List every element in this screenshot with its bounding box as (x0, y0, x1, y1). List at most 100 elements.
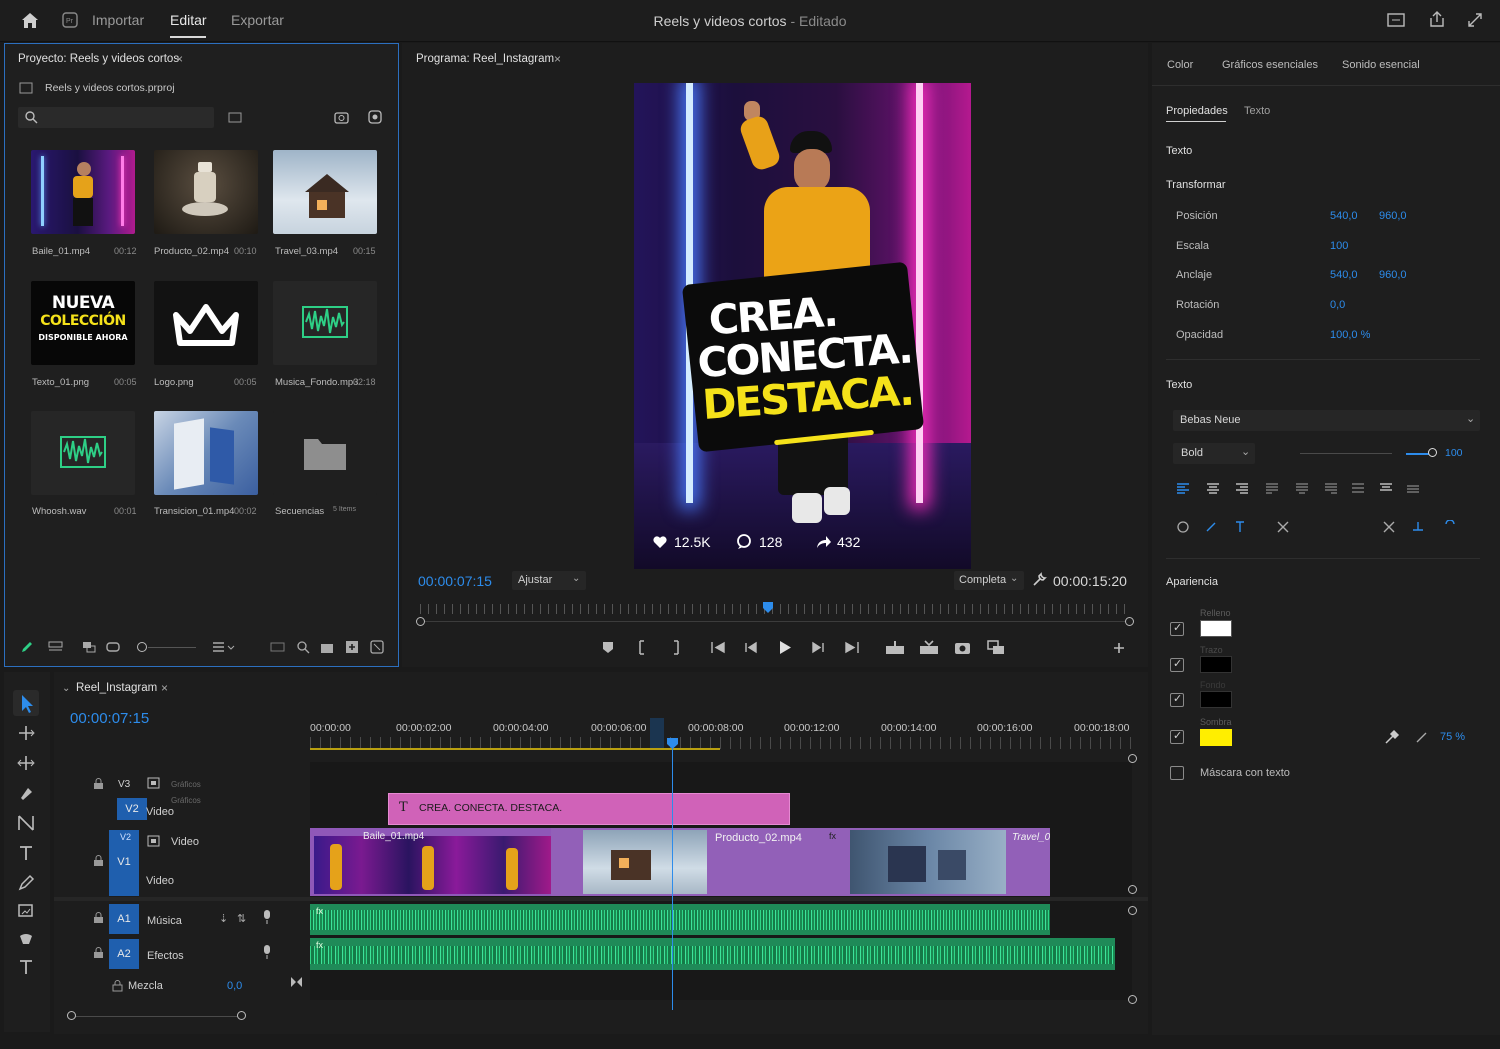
slip-icon[interactable] (17, 814, 35, 832)
extract-icon[interactable] (919, 640, 939, 655)
faux-bold-icon[interactable] (1176, 520, 1190, 533)
fondo-checkbox[interactable] (1170, 692, 1184, 707)
solo-icon[interactable]: ⇅ (237, 912, 246, 925)
thumb-baile[interactable] (31, 150, 135, 234)
add-button-icon[interactable] (1112, 641, 1128, 655)
lift-icon[interactable] (885, 640, 905, 655)
justify-all-icon[interactable] (1351, 483, 1365, 495)
justify-left-icon[interactable] (1265, 483, 1279, 495)
trazo-swatch[interactable] (1200, 656, 1232, 673)
thumb-whoosh[interactable] (31, 411, 135, 495)
shadow-opacity[interactable]: 75 % (1440, 731, 1465, 743)
clip-baile[interactable]: Baile_01.mp4 (310, 828, 551, 896)
timeline-current-time[interactable]: 00:00:07:15 (70, 710, 149, 727)
find-icon[interactable] (296, 640, 310, 654)
align-bottom-icon[interactable] (1406, 483, 1420, 495)
audio-clip-effects[interactable]: fx (310, 938, 1115, 970)
thumb-producto[interactable] (154, 150, 258, 234)
filmstrip-icon[interactable] (147, 777, 160, 789)
mix-value[interactable]: 0,0 (227, 980, 242, 992)
opacity-value[interactable]: 100,0 % (1330, 329, 1370, 341)
share-icon[interactable] (1428, 10, 1446, 28)
lock-icon[interactable] (93, 912, 104, 924)
go-to-in-icon[interactable] (710, 641, 726, 654)
tab-texto[interactable]: Texto (1244, 105, 1270, 117)
track-id-v3[interactable]: V3 (118, 779, 130, 790)
clip-producto[interactable]: Producto_02.mp4 fx (551, 828, 848, 896)
underline-icon[interactable] (1444, 520, 1456, 533)
pencil-icon[interactable] (20, 640, 34, 654)
razor-icon[interactable] (17, 784, 35, 802)
scroll-handle[interactable] (1128, 754, 1137, 763)
screen-icon[interactable] (1387, 12, 1405, 28)
scroll-handle[interactable] (1128, 906, 1137, 915)
freeform-view-icon[interactable] (106, 640, 121, 654)
thumb-travel[interactable] (273, 150, 377, 234)
step-back-icon[interactable] (744, 641, 758, 654)
program-playhead[interactable] (762, 601, 774, 613)
microphone-icon[interactable] (262, 909, 272, 925)
expand-icon[interactable] (1466, 11, 1484, 29)
track-select-icon[interactable] (17, 724, 35, 742)
mask-checkbox[interactable] (1170, 766, 1184, 780)
zoom-handle-right[interactable] (1125, 617, 1134, 626)
sombra-swatch[interactable] (1200, 729, 1232, 746)
play-icon[interactable] (778, 640, 792, 655)
new-bin-icon[interactable] (228, 111, 242, 123)
fondo-swatch[interactable] (1200, 691, 1232, 708)
anchor-y[interactable]: 960,0 (1379, 269, 1407, 281)
scroll-handle-right[interactable] (237, 1011, 246, 1020)
close-icon[interactable]: × (554, 53, 561, 65)
align-top-icon[interactable] (1379, 483, 1393, 495)
zoom-handle-left[interactable] (416, 617, 425, 626)
zoom-slider-track[interactable] (148, 647, 196, 648)
thumb-musica[interactable] (273, 281, 377, 365)
program-video-frame[interactable]: CREA. CONECTA. DESTACA. 12.5K 128 432 (634, 83, 971, 569)
mark-out-icon[interactable] (672, 640, 680, 655)
size-slider-handle[interactable] (1428, 448, 1437, 457)
close-icon[interactable]: × (176, 53, 183, 65)
thumb-texto[interactable]: NUEVA COLECCIÓN DISPONIBLE AHORA (31, 281, 135, 365)
wrench-icon[interactable] (1032, 572, 1047, 587)
settings-icon[interactable] (368, 110, 382, 124)
filmstrip-icon[interactable] (147, 835, 160, 847)
thumb-transicion[interactable] (154, 411, 258, 495)
scroll-handle-left[interactable] (67, 1011, 76, 1020)
position-x[interactable]: 540,0 (1330, 210, 1358, 222)
position-y[interactable]: 960,0 (1379, 210, 1407, 222)
automate-icon[interactable] (270, 640, 285, 654)
search-input[interactable] (18, 107, 214, 128)
subscript-icon[interactable] (1411, 520, 1425, 533)
sort-icon[interactable] (212, 640, 238, 654)
fit-dropdown[interactable]: Ajustar ⌄ (512, 571, 586, 590)
thumb-logo[interactable] (154, 281, 258, 365)
small-caps-icon[interactable] (1276, 520, 1290, 533)
justify-right-icon[interactable] (1324, 483, 1338, 495)
lock-icon[interactable] (93, 855, 104, 867)
program-current-time[interactable]: 00:00:07:15 (418, 573, 492, 589)
new-bin-icon[interactable] (320, 640, 334, 654)
scroll-handle[interactable] (1128, 995, 1137, 1004)
sync-icon[interactable]: ⇣ (219, 912, 228, 925)
list-view-icon[interactable] (48, 640, 63, 654)
justify-center-icon[interactable] (1295, 483, 1309, 495)
text-clip[interactable]: T CREA. CONECTA. DESTACA. (388, 793, 790, 825)
mark-in-icon[interactable] (638, 640, 646, 655)
timeline-playhead[interactable] (666, 737, 679, 749)
rotation-value[interactable]: 0,0 (1330, 299, 1345, 311)
font-size-value[interactable]: 100 (1445, 447, 1463, 459)
program-ruler[interactable] (420, 604, 1130, 614)
thumb-secuencias[interactable] (273, 411, 377, 495)
mix-toggle-icon[interactable] (290, 976, 303, 988)
tab-sonido-esencial[interactable]: Sonido esencial (1342, 59, 1420, 71)
superscript-icon[interactable] (1382, 520, 1396, 533)
pen-icon[interactable] (17, 874, 35, 892)
type-tool-icon[interactable] (17, 844, 35, 862)
all-caps-icon[interactable] (1234, 520, 1246, 533)
scale-value[interactable]: 100 (1330, 240, 1348, 252)
lock-icon[interactable] (93, 778, 104, 790)
export-frame-icon[interactable] (954, 640, 971, 655)
marker-icon[interactable] (602, 641, 614, 654)
close-icon[interactable]: × (161, 682, 168, 694)
go-to-out-icon[interactable] (844, 641, 860, 654)
